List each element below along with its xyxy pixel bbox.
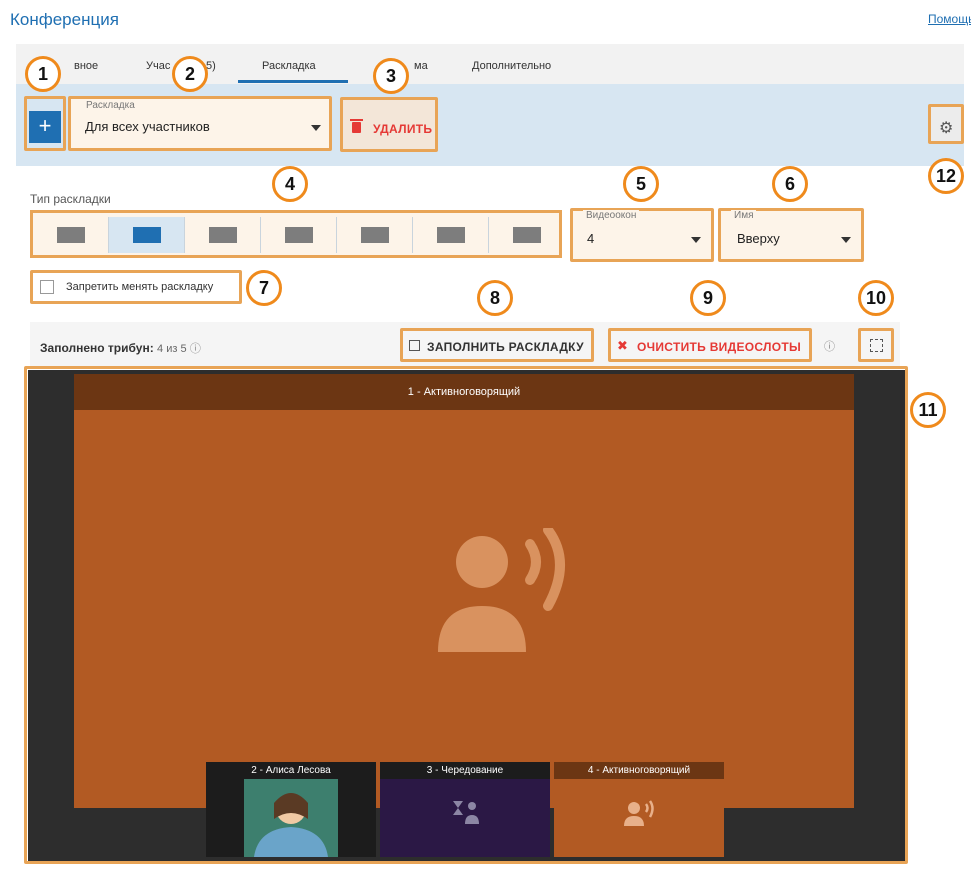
badge-3: 3 (373, 58, 409, 94)
badge-11: 11 (910, 392, 946, 428)
badge-6: 6 (772, 166, 808, 202)
help-circle-icon[interactable]: ⓘ (190, 343, 201, 355)
fill-status: Заполнено трибун: 4 из 5 ⓘ (40, 340, 201, 356)
rotation-icon (453, 801, 479, 824)
video-windows-value: 4 (587, 231, 595, 246)
video-windows-legend: Видеоокон (583, 210, 640, 221)
layout-option-grid[interactable] (33, 217, 109, 253)
badge-8: 8 (477, 280, 513, 316)
badge-10: 10 (858, 280, 894, 316)
delete-button[interactable]: УДАЛИТЬ (340, 97, 438, 152)
layout-left-big-icon (361, 227, 389, 243)
layout-select-legend: Раскладка (83, 100, 138, 111)
chevron-down-icon (311, 125, 321, 131)
tab-advanced[interactable]: Дополнительно (472, 60, 551, 72)
main-slot[interactable]: 1 - Активноговорящий (74, 374, 854, 808)
thumb-slot-2-label: 2 - Алиса Лесова (206, 762, 376, 779)
layout-option-main-right[interactable] (185, 217, 261, 253)
layout-quad-icon (437, 227, 465, 243)
help-link[interactable]: Помощь (928, 12, 971, 26)
layout-center-icon (285, 227, 313, 243)
settings-button[interactable]: ⚙ (928, 104, 964, 144)
participant-photo-icon (244, 779, 338, 857)
fill-status-value: 4 из 5 (157, 343, 187, 355)
layout-option-left-big[interactable] (337, 217, 413, 253)
layout-preview: 1 - Активноговорящий 2 - Алиса Лесова 3 … (28, 370, 905, 861)
clear-slots-label: ОЧИСТИТЬ ВИДЕОСЛОТЫ (637, 340, 802, 354)
active-speaker-icon (624, 800, 654, 826)
layout-option-many[interactable] (489, 217, 565, 253)
chevron-down-icon (841, 237, 851, 243)
layout-select-value: Для всех участников (85, 119, 210, 134)
layout-type-group (30, 210, 562, 258)
badge-2: 2 (172, 56, 208, 92)
thumb-slot-2[interactable]: 2 - Алиса Лесова (206, 762, 376, 857)
layout-many-icon (513, 227, 541, 243)
video-windows-select[interactable]: Видеоокон 4 (570, 208, 714, 262)
active-speaker-icon (438, 528, 565, 652)
clear-slots-button[interactable]: ✖ ОЧИСТИТЬ ВИДЕОСЛОТЫ (608, 328, 812, 362)
tab-main[interactable]: вное (74, 60, 98, 72)
thumb-slot-4[interactable]: 4 - Активноговорящий (554, 762, 724, 857)
fill-status-label: Заполнено трибун: (40, 341, 154, 355)
layout-type-label: Тип раскладки (30, 192, 111, 206)
video-off-icon: ✖ (617, 338, 628, 353)
tab-bar: вное Учас 5) Раскладка ма Дополнительно (16, 44, 964, 84)
badge-7: 7 (246, 270, 282, 306)
name-position-legend: Имя (731, 210, 757, 221)
fill-layout-label: ЗАПОЛНИТЬ РАСКЛАДКУ (427, 340, 584, 354)
portrait-icon (409, 340, 420, 351)
thumb-slot-3[interactable]: 3 - Чередование (380, 762, 550, 857)
layout-main-bottom-icon (133, 227, 161, 243)
badge-9: 9 (690, 280, 726, 316)
chevron-down-icon (691, 237, 701, 243)
name-position-select[interactable]: Имя Вверху (718, 208, 864, 262)
fill-layout-button[interactable]: ЗАПОЛНИТЬ РАСКЛАДКУ (400, 328, 594, 362)
badge-4: 4 (272, 166, 308, 202)
layout-option-main-bottom[interactable] (109, 217, 185, 253)
info-icon[interactable]: ⓘ (824, 338, 835, 354)
thumb-slot-4-label: 4 - Активноговорящий (554, 762, 724, 779)
layout-option-center[interactable] (261, 217, 337, 253)
tab-scheme[interactable]: ма (414, 60, 428, 72)
name-position-value: Вверху (737, 231, 780, 246)
tab-layout[interactable]: Раскладка (262, 60, 316, 72)
fullscreen-button[interactable] (858, 328, 894, 362)
add-layout-button[interactable]: + (29, 111, 61, 143)
main-slot-label: 1 - Активноговорящий (74, 374, 854, 410)
badge-5: 5 (623, 166, 659, 202)
delete-label: УДАЛИТЬ (373, 122, 433, 136)
page-title: Конференция (10, 10, 119, 29)
active-tab-indicator (238, 80, 348, 83)
badge-12: 12 (928, 158, 964, 194)
trash-icon (350, 119, 363, 133)
layout-select[interactable]: Раскладка Для всех участников (68, 96, 332, 151)
layout-main-right-icon (209, 227, 237, 243)
gear-icon: ⚙ (939, 120, 954, 137)
layout-grid-icon (57, 227, 85, 243)
lock-layout-checkbox[interactable] (40, 280, 54, 294)
lock-layout-label: Запретить менять раскладку (66, 281, 214, 293)
layout-option-quad[interactable] (413, 217, 489, 253)
badge-1: 1 (25, 56, 61, 92)
tab-participants[interactable]: Учас (146, 60, 170, 72)
fullscreen-icon (870, 339, 883, 352)
thumb-slot-3-label: 3 - Чередование (380, 762, 550, 779)
